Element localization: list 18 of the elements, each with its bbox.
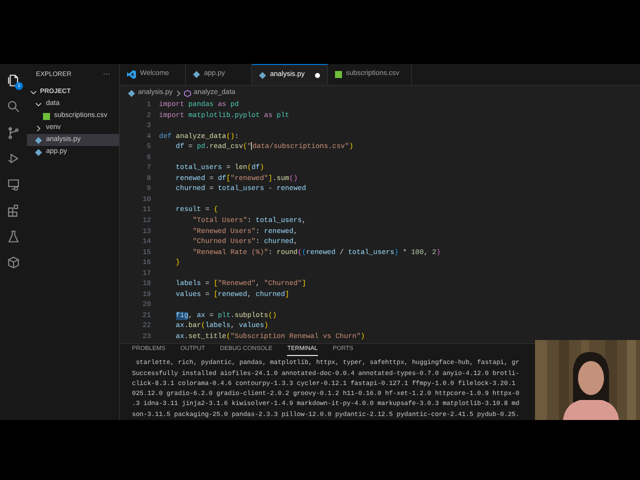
branch-icon[interactable] (7, 126, 20, 139)
extensions-icon[interactable] (7, 204, 20, 217)
spreadsheet-icon (335, 71, 342, 78)
chevron-right-icon (35, 124, 42, 132)
text-cursor (251, 142, 252, 150)
python-file-icon (259, 72, 266, 78)
function-symbol-icon (184, 90, 191, 96)
flask-icon[interactable] (7, 230, 20, 243)
search-icon[interactable] (7, 100, 20, 113)
spreadsheet-icon (43, 112, 50, 120)
python-file-icon (193, 71, 200, 78)
debug-icon[interactable] (7, 152, 20, 165)
cube-icon[interactable] (7, 256, 20, 269)
python-file-icon (128, 90, 135, 96)
vscode-logo-icon (127, 70, 136, 79)
files-icon[interactable] (7, 74, 20, 87)
remote-explorer-icon[interactable] (7, 178, 20, 191)
chevron-right-icon (176, 90, 181, 96)
